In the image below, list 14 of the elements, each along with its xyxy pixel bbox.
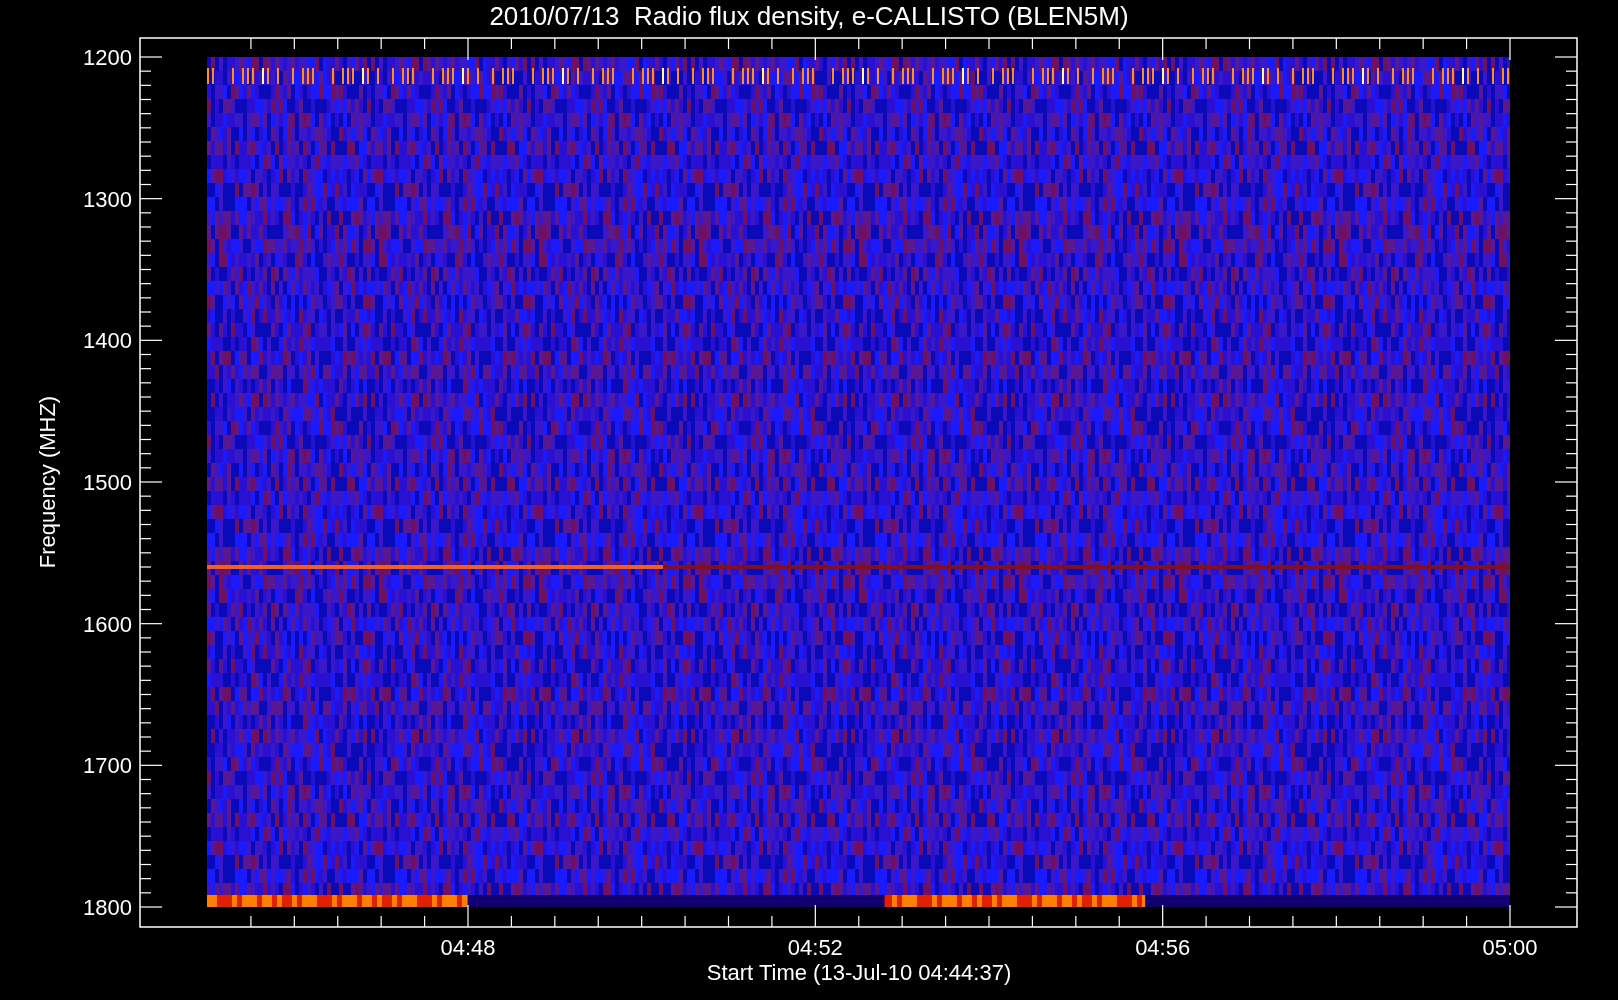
y-tick-label: 1700 xyxy=(83,753,132,779)
x-tick-label: 04:48 xyxy=(440,935,496,960)
y-tick-label: 1200 xyxy=(83,45,132,70)
x-tick-label: 05:00 xyxy=(1482,935,1538,960)
x-axis-label: Start Time (13-Jul-10 04:44:37) xyxy=(706,960,1012,985)
y-tick-label: 1600 xyxy=(83,611,132,637)
y-axis-label: Frequency (MHZ) xyxy=(35,395,60,569)
y-tick-label: 1500 xyxy=(83,470,132,495)
x-tick-label: 04:56 xyxy=(1135,935,1191,960)
y-tick-label: 1800 xyxy=(83,895,132,920)
y-tick-label: 1300 xyxy=(83,186,132,212)
x-tick-label: 04:52 xyxy=(787,935,843,960)
plot-title: 2010/07/13 Radio flux density, e-CALLISTO (BLEN5M) xyxy=(489,1,1129,31)
y-tick-label: 1400 xyxy=(83,328,132,354)
